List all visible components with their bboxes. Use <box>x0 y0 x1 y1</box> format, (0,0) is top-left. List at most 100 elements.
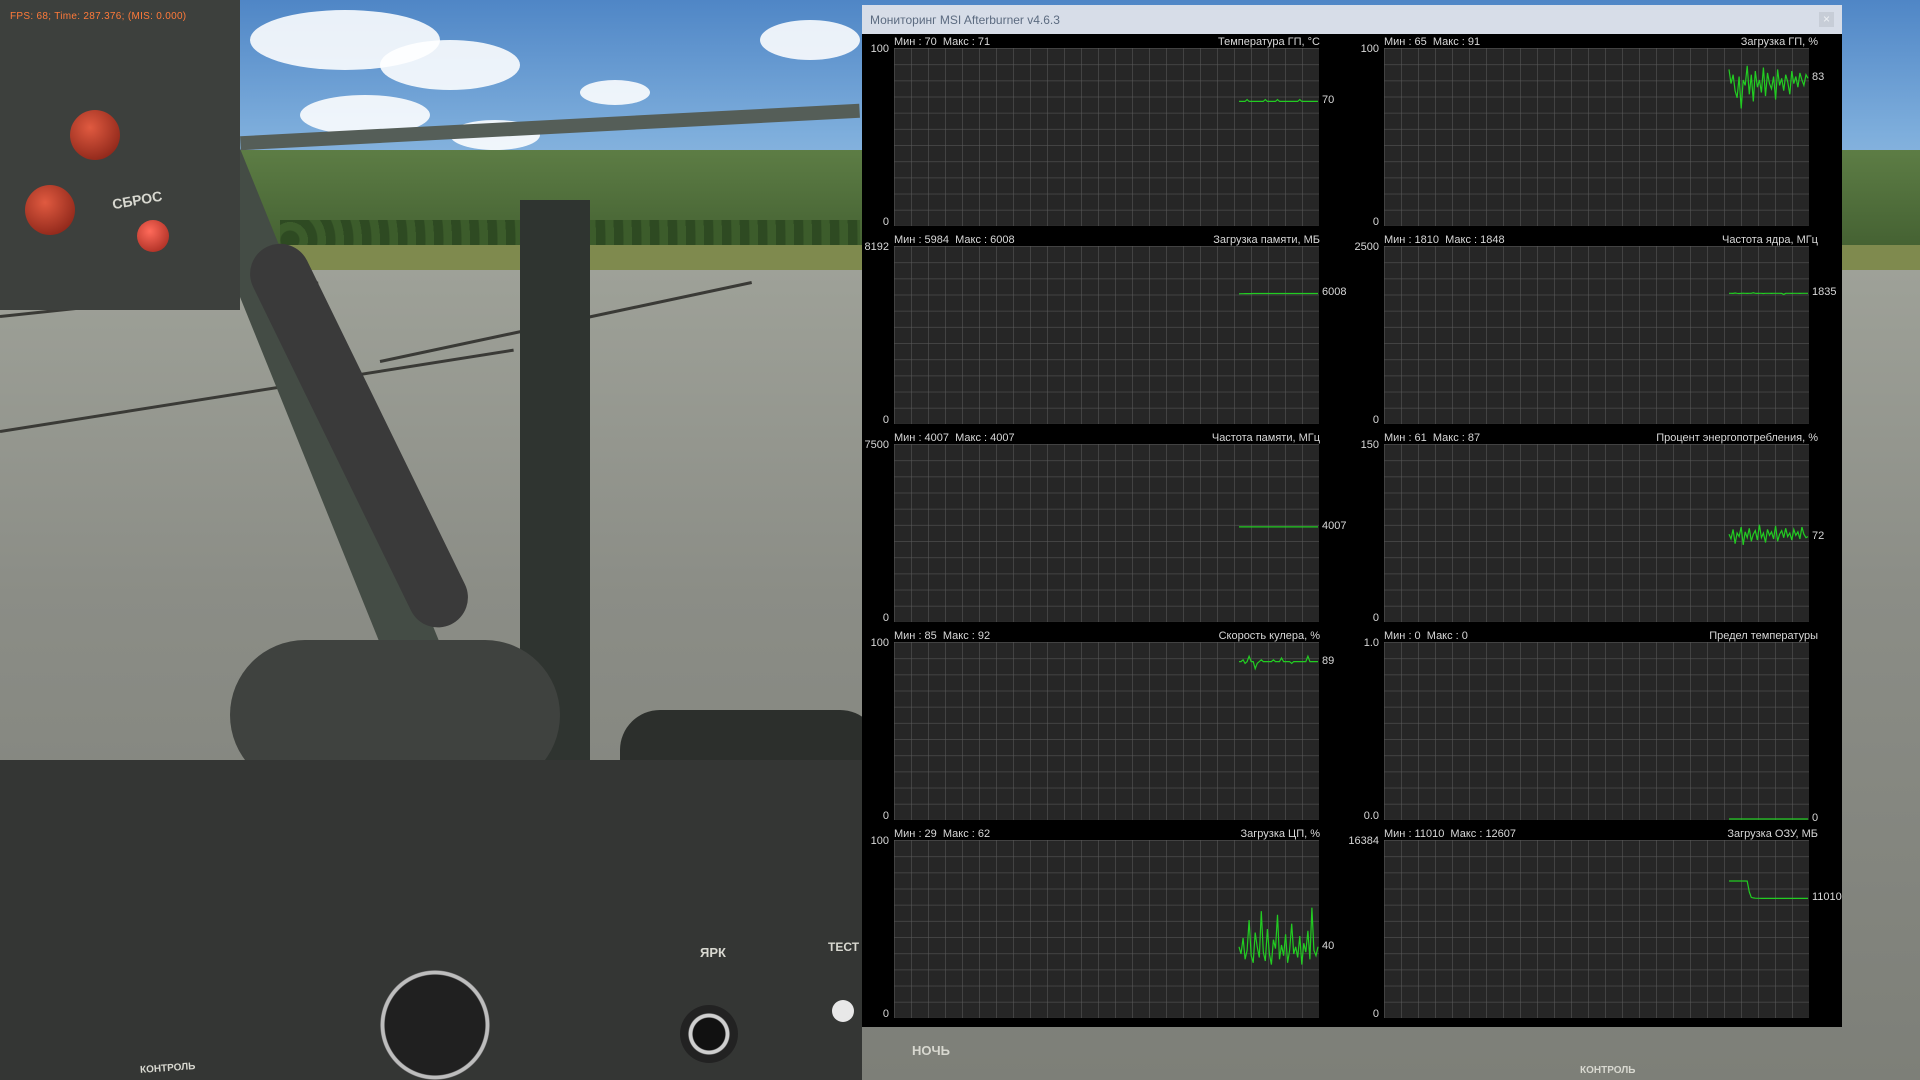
graph-plot-area <box>894 642 1319 820</box>
graph-plot-area <box>894 444 1319 622</box>
graph-plot-area <box>1384 246 1809 424</box>
graph-y-min-label: 0 <box>882 414 889 426</box>
graph-y-min-label: 0 <box>882 216 889 228</box>
graph-current-value: 11010 <box>1812 891 1842 904</box>
graph-y-max-label: 100 <box>870 835 889 847</box>
graph-title: Предел температуры <box>1709 630 1818 642</box>
graph-plot-area <box>1384 444 1809 622</box>
graph-current-value: 72 <box>1812 529 1825 542</box>
graph-title: Загрузка ГП, % <box>1740 36 1818 48</box>
graph-y-min-label: 0 <box>882 1008 889 1020</box>
graph-y-min-label: 0 <box>882 612 889 624</box>
graph-trace-line <box>1239 654 1318 671</box>
close-button[interactable]: × <box>1819 12 1834 27</box>
brightness-knob[interactable] <box>680 1005 738 1063</box>
bright-label: ЯРК <box>700 945 726 960</box>
warning-lamp[interactable] <box>70 110 120 160</box>
graph-panel: Мин : 29 Макс : 62 Загрузка ЦП, % 100 0 40 <box>862 826 1352 1024</box>
graph-y-max-label: 150 <box>1360 439 1379 451</box>
graph-y-max-label: 100 <box>1360 43 1379 55</box>
graph-trace-svg <box>1729 818 1808 820</box>
graph-min-max: Мин : 85 Макс : 92 <box>894 630 991 642</box>
graph-title: Загрузка ЦП, % <box>1240 828 1320 840</box>
graph-min-max: Мин : 70 Макс : 71 <box>894 36 991 48</box>
cloud <box>580 80 650 105</box>
graph-plot-area <box>894 48 1319 226</box>
switch-panel <box>0 0 240 310</box>
reset-button[interactable] <box>137 220 169 252</box>
graph-min-max: Мин : 0 Макс : 0 <box>1384 630 1468 642</box>
gauge-dial <box>380 970 490 1080</box>
graph-plot-area <box>1384 642 1809 820</box>
graph-min-max: Мин : 29 Макс : 62 <box>894 828 991 840</box>
graph-plot-area <box>1384 840 1809 1018</box>
graph-y-min-label: 0 <box>1372 216 1379 228</box>
graph-current-value: 89 <box>1322 654 1335 667</box>
graph-current-value: 83 <box>1812 71 1825 84</box>
cloud <box>760 20 860 60</box>
night-label: НОЧЬ <box>912 1043 950 1058</box>
window-title: Мониторинг MSI Afterburner v4.6.3 <box>870 13 1060 27</box>
graph-y-max-label: 2500 <box>1354 241 1379 253</box>
graph-trace-svg <box>1728 65 1809 109</box>
graph-y-min-label: 0 <box>1372 414 1379 426</box>
graph-min-max: Мин : 65 Макс : 91 <box>1384 36 1481 48</box>
graph-current-value: 70 <box>1322 94 1335 107</box>
graph-trace-svg <box>1239 98 1318 103</box>
graph-trace-line <box>1728 524 1809 545</box>
cloud <box>380 40 520 90</box>
graph-plot-area <box>894 246 1319 424</box>
warning-lamp[interactable] <box>25 185 75 235</box>
graph-y-max-label: 100 <box>870 637 889 649</box>
graph-y-max-label: 8192 <box>864 241 889 253</box>
graph-trace-svg <box>1239 654 1318 671</box>
afterburner-monitor-window[interactable]: Мониторинг MSI Afterburner v4.6.3 × Мин … <box>862 5 1842 1027</box>
graph-current-value: 1835 <box>1812 286 1837 299</box>
graph-title: Частота памяти, МГц <box>1211 432 1320 444</box>
graph-current-value: 0 <box>1812 812 1819 824</box>
fps-counter: FPS: 68; Time: 287.376; (MIS: 0.000) <box>10 11 187 22</box>
graph-y-min-label: 0 <box>1372 1008 1379 1020</box>
graphs-grid: Мин : 70 Макс : 71 Температура ГП, °C 100 0… <box>862 34 1842 1027</box>
graph-trace-line <box>1239 98 1318 103</box>
graph-min-max: Мин : 11010 Макс : 12607 <box>1384 828 1517 840</box>
graph-y-min-label: 0 <box>1372 612 1379 624</box>
graph-panel: Мин : 11010 Макс : 12607 Загрузка ОЗУ, МБ… <box>1348 826 1842 1024</box>
graph-trace-svg <box>1728 524 1809 545</box>
window-titlebar[interactable]: Мониторинг MSI Afterburner v4.6.3 × <box>862 5 1842 34</box>
control-label-right: КОНТРОЛЬ <box>1580 1065 1636 1076</box>
graph-y-min-label: 0.0 <box>1363 810 1379 822</box>
graph-trace-line <box>1238 907 1319 965</box>
graph-y-max-label: 7500 <box>864 439 889 451</box>
test-label: ТЕСТ <box>828 940 860 954</box>
graph-current-value: 6008 <box>1322 286 1347 299</box>
graph-panel: Мин : 65 Макс : 91 Загрузка ГП, % 100 0 83 <box>1352 34 1842 232</box>
graph-trace-line <box>1728 65 1809 109</box>
graph-y-min-label: 0 <box>882 810 889 822</box>
graph-trace-line <box>1729 880 1808 900</box>
graph-panel: Мин : 4007 Макс : 4007 Частота памяти, МГ… <box>862 430 1352 628</box>
graph-current-value: 4007 <box>1322 519 1347 532</box>
graph-title: Процент энергопотребления, % <box>1656 432 1818 444</box>
graph-trace-svg <box>1238 292 1318 295</box>
graph-trace-line <box>1729 292 1808 296</box>
graph-plot-area <box>894 840 1319 1018</box>
graph-title: Загрузка ОЗУ, МБ <box>1727 828 1818 840</box>
graph-panel: Мин : 61 Макс : 87 Процент энергопотребле… <box>1352 430 1842 628</box>
graph-trace-svg <box>1238 907 1319 965</box>
graph-min-max: Мин : 5984 Макс : 6008 <box>894 234 1015 246</box>
graph-panel: Мин : 5984 Макс : 6008 Загрузка памяти, М… <box>862 232 1352 430</box>
test-button[interactable] <box>832 1000 854 1022</box>
graph-min-max: Мин : 1810 Макс : 1848 <box>1384 234 1505 246</box>
graph-title: Скорость кулера, % <box>1218 630 1320 642</box>
graph-title: Частота ядра, МГц <box>1722 234 1818 246</box>
graph-plot-area <box>1384 48 1809 226</box>
graph-panel: Мин : 0 Макс : 0 Предел температуры 1.0 0.0… <box>1352 628 1842 826</box>
graph-trace-svg <box>1239 526 1318 528</box>
graph-trace-svg <box>1729 880 1808 900</box>
graph-current-value: 40 <box>1322 939 1335 952</box>
graph-trace-svg <box>1729 292 1808 296</box>
graph-title: Температура ГП, °C <box>1218 36 1320 48</box>
graph-min-max: Мин : 61 Макс : 87 <box>1384 432 1481 444</box>
graph-panel: Мин : 85 Макс : 92 Скорость кулера, % 100 0… <box>862 628 1352 826</box>
